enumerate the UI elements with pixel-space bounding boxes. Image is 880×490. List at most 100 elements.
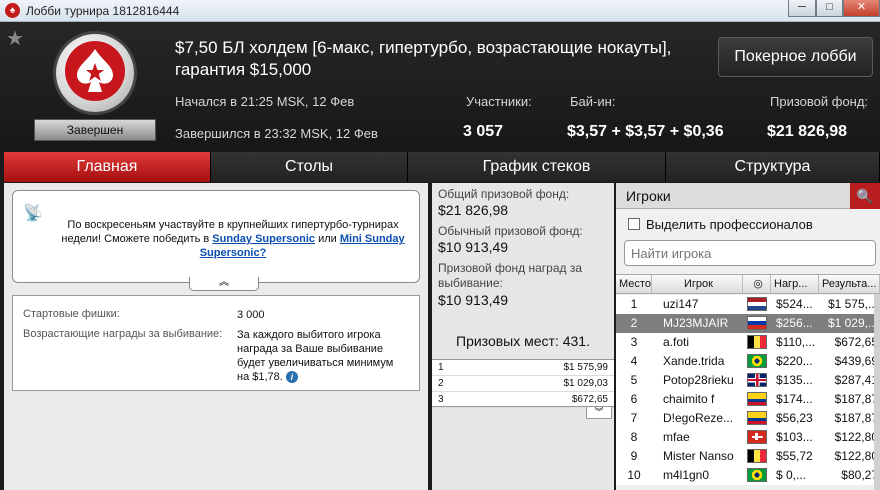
- country-flag-icon: [747, 335, 767, 349]
- player-result: $672,65: [834, 335, 878, 349]
- player-row[interactable]: 10 m4l1gn0 $ 0,... $80,27: [616, 466, 880, 485]
- player-name: Potop28rieku: [663, 373, 734, 387]
- bounty-description: За каждого выбитого игрока награда за Ва…: [237, 328, 407, 384]
- country-flag-icon: [747, 430, 767, 444]
- prize-amount: $1 575,99: [563, 362, 609, 373]
- prize-amount: $1 029,03: [563, 378, 609, 389]
- info-icon[interactable]: i: [285, 371, 298, 383]
- player-name: MJ23MJAIR: [663, 316, 729, 330]
- player-bounty: $110,...: [776, 335, 816, 349]
- bounty-prize-label: Призовой фонд наград за выбивание:: [438, 261, 583, 290]
- tab-main[interactable]: Главная: [4, 152, 211, 182]
- prize-panel: Общий призовой фонд: $21 826,98 Обычный …: [432, 183, 614, 490]
- player-row[interactable]: 2 MJ23MJAIR $256... $1 029,...: [616, 314, 880, 333]
- col-player[interactable]: Игрок: [652, 275, 743, 293]
- bounty-prize-value: $10 913,49: [438, 292, 509, 308]
- prize-place: 3: [438, 394, 444, 405]
- tab-stack-chart[interactable]: График стеков: [408, 152, 666, 182]
- player-row[interactable]: 1 uzi147 $524... $1 575,...: [616, 295, 880, 314]
- tab-tables[interactable]: Столы: [211, 152, 408, 182]
- player-name: m4l1gn0: [663, 468, 710, 482]
- expand-prizes-button[interactable]: ︾: [586, 407, 612, 419]
- player-search-input[interactable]: [624, 240, 876, 266]
- player-place: 1: [630, 297, 638, 311]
- close-button[interactable]: ✕: [843, 0, 880, 17]
- player-row[interactable]: 7 D!egoReze... $56,23 $187,87: [616, 409, 880, 428]
- player-bounty: $ 0,...: [776, 468, 807, 482]
- player-bounty: $524...: [776, 297, 813, 311]
- player-result: $439,69: [834, 354, 878, 368]
- player-place: 5: [630, 373, 638, 387]
- minimize-button[interactable]: ─: [788, 0, 816, 17]
- player-row[interactable]: 6 chaimito f $174... $187,87: [616, 390, 880, 409]
- col-result[interactable]: Результа...: [819, 275, 880, 293]
- col-place[interactable]: Место: [616, 275, 652, 293]
- player-bounty: $135...: [776, 373, 813, 387]
- search-icon[interactable]: 🔍: [850, 183, 880, 209]
- notice-or: или: [318, 233, 337, 245]
- country-flag-icon: [747, 354, 767, 368]
- country-flag-icon: [747, 449, 767, 463]
- total-prize-label: Общий призовой фонд:: [438, 187, 570, 201]
- country-flag-icon: [747, 468, 767, 482]
- player-place: 8: [630, 430, 638, 444]
- spade-star-icon: [65, 41, 125, 101]
- player-place: 9: [630, 449, 638, 463]
- tab-structure[interactable]: Структура: [666, 152, 880, 182]
- globe-icon[interactable]: ◎: [743, 275, 771, 293]
- player-result: $122,80: [834, 449, 878, 463]
- player-row[interactable]: 4 Xande.trida $220... $439,69: [616, 352, 880, 371]
- player-name: D!egoReze...: [663, 411, 734, 425]
- player-result: $287,41: [834, 373, 878, 387]
- promo-notice: 📡 По воскресеньям участвуйте в крупнейши…: [12, 190, 420, 291]
- player-row[interactable]: 5 Potop28rieku $135... $287,41: [616, 371, 880, 390]
- col-bounty[interactable]: Нагр...: [771, 275, 819, 293]
- players-header: Игроки 🔍: [616, 183, 880, 209]
- country-flag-icon: [747, 411, 767, 425]
- prize-table: 1 $1 575,99 2 $1 029,03 3 $672,65: [432, 359, 614, 408]
- player-place: 4: [630, 354, 638, 368]
- highlight-pros-checkbox[interactable]: [628, 218, 640, 230]
- player-result: $1 029,...: [827, 316, 878, 330]
- paid-places: Призовых мест: 431.: [456, 333, 590, 349]
- player-result: $80,27: [841, 468, 878, 482]
- maximize-button[interactable]: □: [816, 0, 843, 17]
- prize-place: 2: [438, 378, 444, 389]
- player-place: 2: [630, 316, 638, 330]
- collapse-notice-button[interactable]: ︽: [189, 277, 259, 291]
- player-place: 6: [630, 392, 638, 406]
- player-result: $122,80: [834, 430, 878, 444]
- country-flag-icon: [747, 392, 767, 406]
- main-left-panel: 📡 По воскресеньям участвуйте в крупнейши…: [4, 183, 428, 490]
- player-place: 10: [627, 468, 641, 482]
- notice-text: По воскресеньям участвуйте в крупнейших …: [53, 218, 413, 260]
- prize-row: 2 $1 029,03: [432, 376, 614, 392]
- player-row[interactable]: 9 Mister Nanso $55,72 $122,80: [616, 447, 880, 466]
- player-bounty: $55,72: [776, 449, 813, 463]
- status-badge: Завершен: [34, 119, 156, 141]
- player-bounty: $174...: [776, 392, 813, 406]
- finish-time: Завершился в 23:32 MSK, 12 Фев: [175, 126, 378, 141]
- player-bounty: $256...: [776, 316, 813, 330]
- highlight-pros-label[interactable]: Выделить профессионалов: [646, 217, 813, 232]
- prize-row: 3 $672,65: [432, 392, 614, 408]
- player-row[interactable]: 8 mfae $103... $122,80: [616, 428, 880, 447]
- prize-row: 1 $1 575,99: [432, 360, 614, 376]
- tab-bar: Главная Столы График стеков Структура: [0, 152, 880, 182]
- pokerstars-app-icon: ♠: [5, 3, 20, 18]
- buyin-value: $3,57 + $3,57 + $0,36: [567, 123, 724, 140]
- favorite-star-icon[interactable]: ★: [6, 26, 24, 51]
- player-name: mfae: [663, 430, 690, 444]
- total-prize-value: $21 826,98: [438, 202, 509, 218]
- prizepool-label: Призовой фонд:: [770, 94, 869, 109]
- player-row[interactable]: 3 a.foti $110,... $672,65: [616, 333, 880, 352]
- poker-lobby-button[interactable]: Покерное лобби: [718, 37, 873, 77]
- starting-chips-label: Стартовые фишки:: [23, 308, 120, 320]
- prizepool-value: $21 826,98: [767, 123, 848, 140]
- player-bounty: $220...: [776, 354, 813, 368]
- broadcast-icon: 📡: [23, 205, 43, 222]
- players-scrollbar[interactable]: [874, 294, 880, 490]
- players-title: Игроки: [626, 188, 671, 204]
- sunday-supersonic-link[interactable]: Sunday Supersonic: [212, 233, 315, 245]
- players-panel: Игроки 🔍 Выделить профессионалов Место И…: [616, 183, 880, 490]
